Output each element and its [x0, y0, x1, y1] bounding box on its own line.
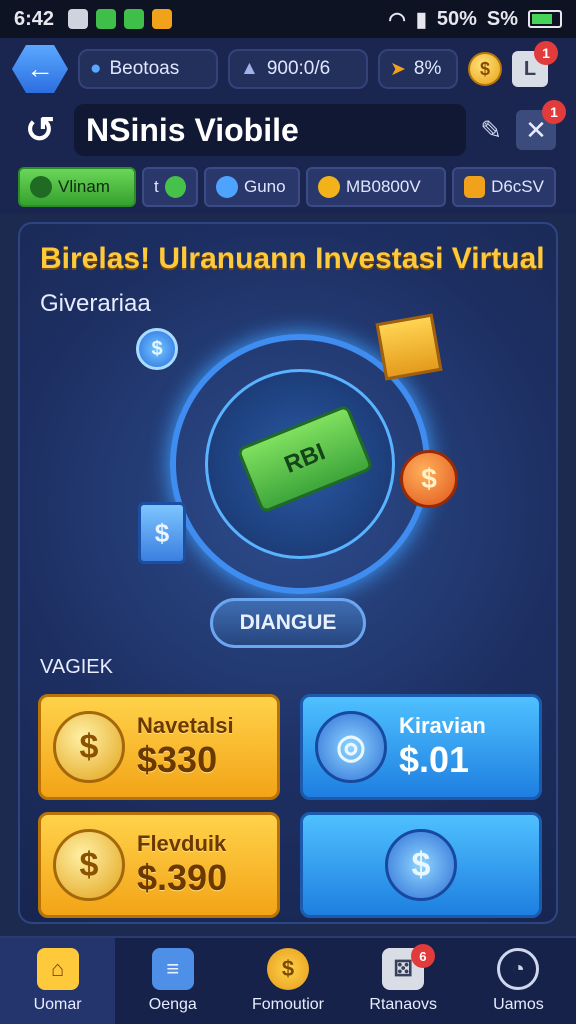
chat-icon	[96, 9, 117, 29]
user-pill[interactable]: ● Beotoas	[78, 49, 218, 89]
wifi-icon: ◠	[388, 8, 406, 31]
tab-guno[interactable]: Guno	[204, 167, 300, 207]
close-button[interactable]: ✕ 1	[516, 100, 566, 150]
cta-button[interactable]: DIANGUE	[210, 598, 366, 648]
search-icon: ◔	[497, 948, 540, 990]
tab-guno-icon	[216, 176, 238, 198]
money-label: RBI	[280, 438, 330, 479]
status-time: 6:42	[14, 7, 55, 30]
tab-bar: Vlinam t Guno MB0800V D6cSV	[0, 160, 576, 214]
card-label: Flevduik	[137, 831, 227, 856]
nav-label: Uomar	[33, 996, 82, 1013]
nav-item-uomar[interactable]: ⌂ Uomar	[0, 938, 116, 1024]
nav-label: Fomoutior	[251, 996, 325, 1013]
nav-label: Oenga	[148, 996, 197, 1013]
battery-icon	[528, 10, 562, 28]
card-value: $.390	[137, 857, 228, 898]
stat-pill[interactable]: ▲ 900:0/6	[228, 49, 368, 89]
signal-icon: ▮	[415, 8, 427, 31]
document-icon: $	[138, 502, 186, 564]
inbox-icon: L	[523, 57, 537, 80]
wallet-icon: $	[385, 829, 457, 901]
boost-pill[interactable]: ➤ 8%	[378, 49, 458, 89]
tab-mb0800v-icon	[318, 176, 340, 198]
nav-item-rtanaovs[interactable]: ⚄ 6 Rtanaovs	[346, 938, 461, 1024]
card-value: $.01	[399, 739, 470, 780]
clipboard-icon: ≡	[151, 948, 194, 990]
coin-icon: $	[267, 948, 309, 990]
tab-t-icon	[164, 176, 186, 198]
card-label: Kiravian	[399, 713, 486, 738]
stat-icon: ▲	[240, 58, 259, 79]
status-bar: 6:42 ◠ ▮ 50% S%	[0, 0, 576, 38]
tab-t[interactable]: t	[142, 167, 198, 207]
coin-button[interactable]: $	[468, 52, 502, 86]
card-label: Navetalsi	[137, 713, 234, 738]
tab-label: D6cSV	[491, 177, 544, 196]
stat-pill-label: 900:0/6	[266, 58, 331, 79]
nav-item-uamos[interactable]: ◔ Uamos	[461, 938, 576, 1024]
vault-icon: ◎	[315, 711, 387, 783]
tab-label: t	[154, 177, 159, 196]
tab-vlinam[interactable]: Vlinam	[18, 167, 136, 207]
top-toolbar: ← ● Beotoas ▲ 900:0/6 ➤ 8% $ L 1	[0, 38, 576, 100]
arrow-left-icon: ←	[26, 53, 54, 84]
cash-stack-icon: $	[53, 829, 125, 901]
app-logo-icon: ↺	[24, 109, 56, 150]
treasure-box-icon	[375, 313, 443, 381]
gallery-icon	[68, 9, 89, 29]
user-icon: ●	[90, 58, 102, 79]
battery-percent: 50%	[436, 7, 477, 30]
coin-icon: $	[53, 711, 125, 783]
card-value: $330	[137, 739, 218, 780]
boost-pill-label: 8%	[413, 58, 442, 79]
hero-subtitle: Giverariaa	[40, 290, 151, 317]
dollar-icon: $	[479, 58, 490, 79]
tab-mb0800v[interactable]: MB0800V	[306, 167, 446, 207]
nav-item-fomoutior[interactable]: $ Fomoutior	[230, 938, 345, 1024]
boost-icon: ➤	[390, 58, 406, 80]
tab-vlinam-icon	[30, 176, 52, 198]
home-icon: ⌂	[36, 948, 79, 990]
nav-item-oenga[interactable]: ≡ Oenga	[115, 938, 230, 1024]
tab-label: Guno	[244, 177, 286, 196]
investment-panel: Birelas! Ulranuann Investasi Virtual Giv…	[18, 222, 558, 924]
notification-badge: 1	[534, 41, 558, 65]
tab-label: MB0800V	[346, 177, 421, 196]
message-icon	[124, 9, 145, 29]
notification-app-icon	[152, 9, 173, 29]
floating-coin-icon: $	[400, 450, 458, 508]
feedback-icon[interactable]: ✎	[480, 115, 502, 146]
tab-label: Vlinam	[58, 177, 110, 196]
investment-card-kiravian[interactable]: ◎ Kiravian $.01	[300, 694, 542, 800]
nav-label: Uamos	[493, 996, 544, 1013]
close-badge: 1	[542, 100, 566, 124]
nav-label: Rtanaovs	[369, 996, 437, 1013]
section-label: VAGIEK	[40, 656, 113, 678]
hero-title: Birelas! Ulranuann Investasi Virtual	[40, 242, 545, 275]
investment-card-flevduik[interactable]: $ Flevduik $.390	[38, 812, 280, 918]
notification-button[interactable]: L 1	[512, 41, 558, 87]
back-button[interactable]: ←	[12, 45, 68, 93]
nav-badge: 6	[410, 944, 435, 968]
tab-d6csv-icon	[464, 176, 486, 198]
tab-d6csv[interactable]: D6cSV	[452, 167, 556, 207]
app-title: NSinis Viobile	[74, 104, 467, 156]
user-pill-label: Beotoas	[109, 58, 180, 79]
signal-text: S%	[486, 7, 518, 30]
investment-card-wallet[interactable]: $	[300, 812, 542, 918]
lightbulb-icon: $	[136, 328, 178, 370]
bottom-navigation: ⌂ Uomar ≡ Oenga $ Fomoutior ⚄ 6 Rtanaovs…	[0, 936, 576, 1024]
investment-card-navetalsi[interactable]: $ Navetalsi $330	[38, 694, 280, 800]
app-header: ↺ NSinis Viobile ✎ ✕ 1	[0, 100, 576, 160]
